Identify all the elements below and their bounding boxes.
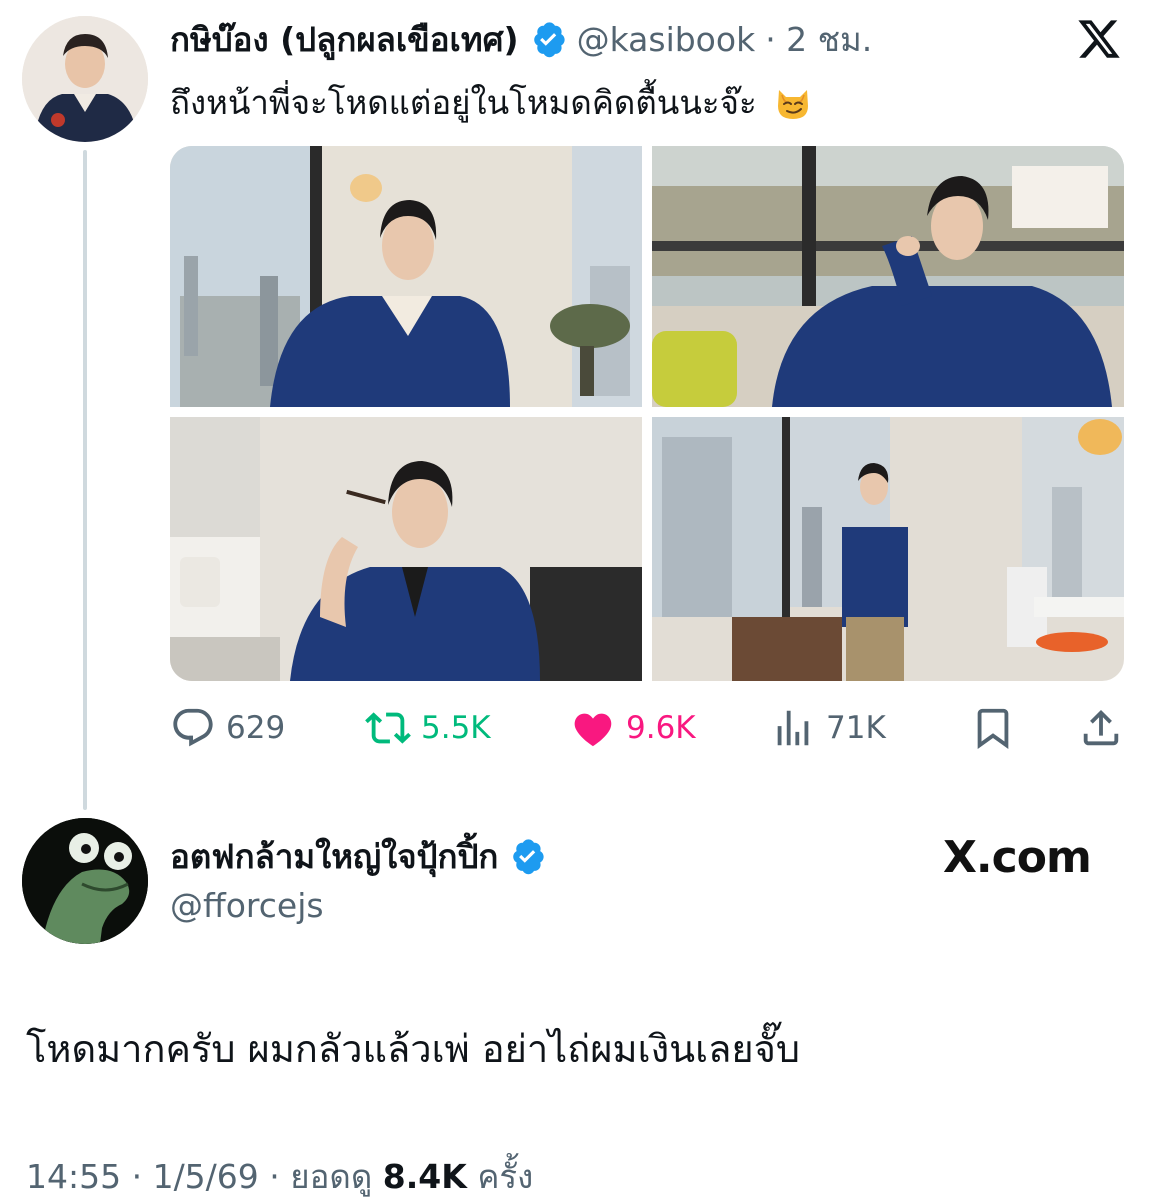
views-button[interactable]: 71K — [770, 700, 886, 756]
reply-count: 629 — [226, 710, 286, 746]
tweet-header: กษิบ๊อง (ปลูกผลเขือเทศ) @kasibook · 2 ชม… — [170, 14, 872, 64]
reply-timestamp[interactable]: 14:55 · 1/5/69 · ยอดดู — [26, 1157, 372, 1196]
views-chart-icon — [777, 710, 809, 746]
photo-3[interactable] — [170, 417, 642, 681]
reply-view-count: 8.4K — [382, 1157, 467, 1196]
x-logo-icon[interactable] — [1076, 16, 1122, 62]
thread-connector-line — [83, 150, 87, 810]
share-button[interactable] — [1078, 700, 1124, 756]
tweet-text-content: ถึงหน้าพี่จะโหดแต่อยู่ในโหมดคิดตื้นนะจ๊ะ — [170, 83, 757, 122]
like-button[interactable]: 9.6K — [570, 700, 696, 756]
reply-view-suffix: ครั้ง — [477, 1157, 534, 1196]
views-count: 71K — [826, 710, 886, 746]
like-count: 9.6K — [626, 710, 696, 746]
bookmark-button[interactable] — [970, 700, 1016, 756]
author-avatar[interactable] — [22, 16, 148, 142]
photo-2[interactable] — [652, 146, 1124, 407]
bookmark-icon — [977, 708, 1009, 749]
reply-text: โหดมากครับ ผมกลัวแล้วเพ่ อย่าไถ่ผมเงินเล… — [26, 1027, 801, 1071]
repost-button[interactable]: 5.5K — [365, 700, 491, 756]
author-name[interactable]: กษิบ๊อง (ปลูกผลเขือเทศ) — [170, 13, 519, 66]
photo-1[interactable] — [170, 146, 642, 407]
share-icon — [1083, 709, 1119, 746]
tweet-text: ถึงหน้าพี่จะโหดแต่อยู่ในโหมดคิดตื้นนะจ๊ะ — [170, 76, 813, 129]
media-grid[interactable] — [170, 146, 1124, 681]
repost-count: 5.5K — [421, 710, 491, 746]
reply-meta: 14:55 · 1/5/69 · ยอดดู 8.4K ครั้ง — [26, 1150, 533, 1203]
photo-4[interactable] — [652, 417, 1124, 681]
verified-badge-icon — [513, 839, 545, 875]
reply-author-handle[interactable]: @fforcejs — [170, 886, 324, 925]
reply-author-avatar[interactable] — [22, 818, 148, 944]
smirking-cat-face-icon — [778, 90, 809, 119]
author-handle[interactable]: @kasibook — [577, 20, 756, 59]
repost-icon — [365, 712, 411, 744]
tweet-time: · 2 ชม. — [765, 19, 873, 59]
reply-header: อตฟกล้ามใหญ่ใจปุ้กปิ้ก — [170, 830, 546, 882]
tweet-actions: 629 5.5K 9.6K 71K — [170, 700, 1130, 756]
heart-filled-icon — [574, 713, 612, 747]
reply-author-name[interactable]: อตฟกล้ามใหญ่ใจปุ้กปิ้ก — [170, 830, 498, 883]
verified-badge-icon — [533, 22, 565, 58]
reply-button[interactable]: 629 — [170, 700, 285, 756]
reply-icon — [173, 708, 213, 747]
x-com-watermark: X.com — [943, 832, 1092, 883]
